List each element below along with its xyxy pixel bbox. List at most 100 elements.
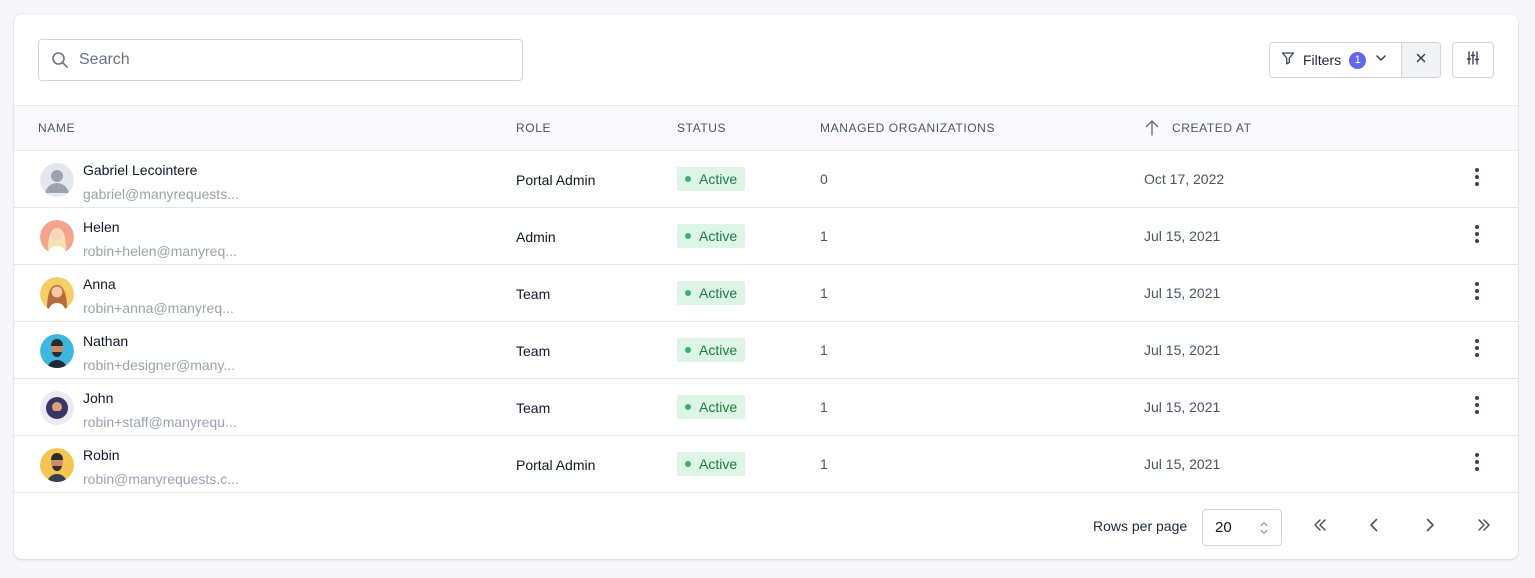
more-vertical-icon: [1474, 395, 1480, 420]
created-at: Oct 17, 2022: [1144, 171, 1225, 187]
clear-filters-button[interactable]: [1401, 43, 1440, 77]
user-role: Team: [516, 286, 551, 302]
filters-label: Filters: [1303, 52, 1342, 68]
user-role: Team: [516, 400, 551, 416]
rows-per-page-select[interactable]: 20: [1202, 509, 1282, 546]
chevrons-right-icon: [1475, 516, 1493, 539]
user-name: Nathan: [83, 333, 129, 349]
managed-organizations-count: 1: [820, 342, 828, 358]
user-email: robin@manyrequests.c...: [83, 471, 239, 487]
status-badge: Active: [677, 265, 746, 321]
chevron-down-icon: [1374, 51, 1388, 70]
created-at: Jul 15, 2021: [1144, 399, 1221, 415]
chevron-up-down-icon: [1259, 519, 1269, 541]
avatar: [40, 277, 74, 311]
status-label: Active: [699, 456, 738, 472]
row-actions-button[interactable]: [1466, 338, 1488, 362]
sort-ascending-icon: [1144, 119, 1160, 137]
table-row[interactable]: John robin+staff@manyrequ... Team Active…: [14, 379, 1518, 436]
user-name: Robin: [83, 447, 120, 463]
user-role: Portal Admin: [516, 172, 596, 188]
user-role: Portal Admin: [516, 457, 596, 473]
avatar: [40, 391, 74, 425]
created-at: Jul 15, 2021: [1144, 342, 1221, 358]
table-row[interactable]: Nathan robin+designer@many... Team Activ…: [14, 322, 1518, 379]
user-name: Anna: [83, 276, 116, 292]
status-label: Active: [699, 399, 738, 415]
managed-organizations-count: 0: [820, 171, 828, 187]
filters-button[interactable]: Filters 1: [1270, 43, 1401, 77]
column-header-managed-organizations[interactable]: MANAGED ORGANIZATIONS: [820, 106, 995, 150]
avatar: [40, 163, 74, 197]
column-header-name[interactable]: NAME: [38, 106, 75, 150]
created-at: Jul 15, 2021: [1144, 228, 1221, 244]
table-row[interactable]: Helen robin+helen@manyreq... Admin Activ…: [14, 208, 1518, 265]
avatar: [40, 448, 74, 482]
avatar: [40, 334, 74, 368]
table-row[interactable]: Anna robin+anna@manyreq... Team Active 1…: [14, 265, 1518, 322]
rows-per-page-label: Rows per page: [1093, 518, 1188, 534]
column-header-created-at[interactable]: CREATED AT: [1144, 106, 1252, 150]
more-vertical-icon: [1474, 281, 1480, 306]
managed-organizations-count: 1: [820, 456, 828, 472]
user-email: robin+designer@many...: [83, 357, 236, 373]
search-icon: [39, 40, 79, 80]
user-role: Team: [516, 343, 551, 359]
table-toolbar: Filters 1: [14, 14, 1518, 105]
pagination-bar: Rows per page 20: [14, 493, 1518, 559]
status-badge: Active: [677, 208, 746, 264]
next-page-button[interactable]: [1412, 509, 1448, 545]
user-role: Admin: [516, 229, 556, 245]
managed-organizations-count: 1: [820, 285, 828, 301]
row-actions-button[interactable]: [1466, 452, 1488, 476]
table-header: NAME ROLE STATUS MANAGED ORGANIZATIONS C…: [14, 105, 1518, 151]
chevrons-left-icon: [1311, 516, 1329, 539]
first-page-button[interactable]: [1302, 509, 1338, 545]
status-badge: Active: [677, 436, 746, 492]
more-vertical-icon: [1474, 167, 1480, 192]
status-badge: Active: [677, 379, 746, 435]
last-page-button[interactable]: [1466, 509, 1502, 545]
table-row[interactable]: Gabriel Lecointere gabriel@manyrequests.…: [14, 151, 1518, 208]
row-actions-button[interactable]: [1466, 224, 1488, 248]
status-label: Active: [699, 285, 738, 301]
filter-icon: [1281, 51, 1295, 70]
filters-count-badge: 1: [1349, 51, 1367, 69]
row-actions-button[interactable]: [1466, 395, 1488, 419]
column-header-created-at-label: CREATED AT: [1172, 121, 1252, 135]
status-label: Active: [699, 171, 738, 187]
more-vertical-icon: [1474, 338, 1480, 363]
created-at: Jul 15, 2021: [1144, 285, 1221, 301]
previous-page-button[interactable]: [1356, 509, 1392, 545]
search-box[interactable]: [38, 39, 523, 81]
column-header-status[interactable]: STATUS: [677, 106, 726, 150]
status-badge: Active: [677, 322, 746, 378]
more-vertical-icon: [1474, 224, 1480, 249]
chevron-right-icon: [1421, 516, 1439, 539]
rows-per-page-value: 20: [1215, 519, 1232, 536]
status-label: Active: [699, 228, 738, 244]
column-header-role[interactable]: ROLE: [516, 106, 551, 150]
row-actions-button[interactable]: [1466, 281, 1488, 305]
column-settings-button[interactable]: [1452, 42, 1494, 78]
table-row[interactable]: Robin robin@manyrequests.c... Portal Adm…: [14, 436, 1518, 493]
avatar: [40, 220, 74, 254]
created-at: Jul 15, 2021: [1144, 456, 1221, 472]
close-icon: [1415, 51, 1427, 69]
managed-organizations-count: 1: [820, 228, 828, 244]
more-vertical-icon: [1474, 452, 1480, 477]
status-badge: Active: [677, 151, 746, 207]
user-email: robin+anna@manyreq...: [83, 300, 234, 316]
search-input[interactable]: [79, 51, 499, 69]
user-name: Helen: [83, 219, 120, 235]
managed-organizations-count: 1: [820, 399, 828, 415]
user-email: robin+helen@manyreq...: [83, 243, 237, 259]
row-actions-button[interactable]: [1466, 167, 1488, 191]
user-name: Gabriel Lecointere: [83, 162, 198, 178]
user-email: gabriel@manyrequests...: [83, 186, 239, 202]
chevron-left-icon: [1365, 516, 1383, 539]
sliders-icon: [1465, 50, 1481, 71]
status-label: Active: [699, 342, 738, 358]
user-email: robin+staff@manyrequ...: [83, 414, 237, 430]
filters-control: Filters 1: [1269, 42, 1441, 78]
